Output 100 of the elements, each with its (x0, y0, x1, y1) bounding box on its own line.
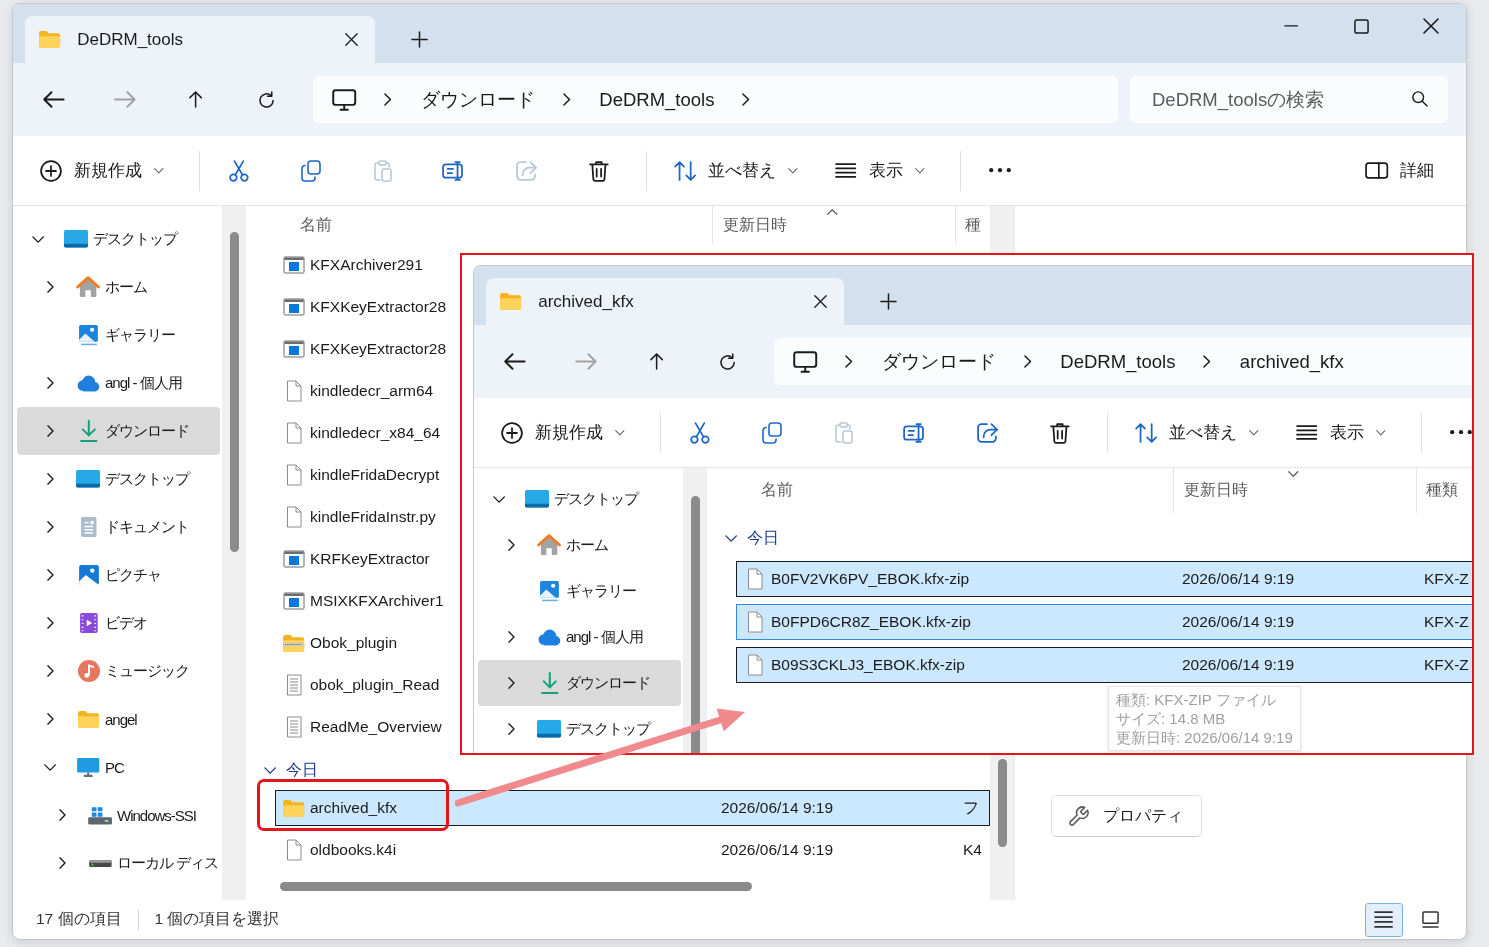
type-cell-text: KFX-Z (1423, 656, 1470, 674)
list-view-icon (1374, 911, 1394, 928)
tree-item[interactable]: ドキュメント (17, 503, 220, 551)
tree-item[interactable]: angel (17, 695, 220, 743)
app-window-icon (283, 550, 305, 568)
address-bar[interactable]: ダウンロード DeDRM_tools (313, 76, 1118, 123)
column-header[interactable]: 種類 (1416, 468, 1472, 513)
file-name: obok_plugin_Read (310, 676, 440, 694)
app-window-icon (283, 340, 305, 358)
tree-item[interactable]: ホーム (17, 263, 220, 311)
file-row[interactable]: MSIXKFXArchiver1 (275, 583, 448, 619)
file-row[interactable]: KFXKeyExtractor28 (275, 331, 451, 367)
file-row[interactable]: KFXKeyExtractor28 (275, 289, 451, 325)
chevron-right-icon (1203, 355, 1211, 368)
tree-item[interactable]: ギャラリー (17, 311, 220, 359)
file-row[interactable]: B0FPD6CR8Z_EBOK.kfx-zip 2026/06/14 9:19 KFX-Z (736, 604, 1472, 640)
tooltip-line: 種類: KFX-ZIP ファイル (1116, 690, 1277, 709)
scrollbar-thumb[interactable] (229, 232, 239, 552)
tree-item[interactable]: ホーム (478, 522, 681, 568)
file-name: kindleFridaDecrypt (310, 466, 440, 484)
column-header[interactable]: 名前 (736, 468, 1173, 513)
scrollbar-thumb[interactable] (997, 759, 1007, 847)
file-icon (286, 380, 302, 402)
view-button[interactable]: 表示 (1286, 410, 1396, 455)
new-button[interactable]: 新規作成 (30, 148, 174, 193)
tree-item[interactable]: ピクチャ (17, 551, 220, 599)
column-header[interactable]: 名前 (275, 206, 712, 244)
tree-item[interactable]: angl - 個人用 (478, 614, 681, 660)
tree-item[interactable]: ビデオ (17, 599, 220, 647)
group-header[interactable]: 今日 (707, 516, 1472, 561)
column-header[interactable]: 更新日時 (712, 206, 955, 244)
sort-button[interactable]: 並べ替え (663, 148, 808, 193)
file-row[interactable]: oldbooks.k4i 2026/06/14 9:19 K4 (275, 832, 990, 868)
tree-item[interactable]: デスクトップ (17, 215, 220, 263)
file-row[interactable]: B09S3CKLJ3_EBOK.kfx-zip 2026/06/14 9:19 KFX-Z (736, 647, 1472, 683)
selection-count: 1 個の項目を選択 (154, 909, 280, 929)
tree-item[interactable]: ミュージック (17, 647, 220, 695)
file-row[interactable]: Obok_plugin (275, 625, 402, 661)
file-icon (286, 422, 302, 444)
type-cell-text: KFX-Z (1423, 570, 1470, 588)
breadcrumb[interactable]: ダウンロード (420, 87, 535, 112)
breadcrumb[interactable]: DeDRM_tools (1060, 350, 1176, 373)
details-view-button[interactable] (1365, 902, 1403, 937)
zip-folder-icon (282, 633, 306, 653)
file-row[interactable]: kindledecr_x84_64 (275, 415, 445, 451)
tab[interactable]: DeDRM_tools (25, 16, 375, 63)
group-header[interactable]: 今日 (246, 751, 990, 790)
search-field[interactable]: DeDRM_toolsの検索 (1130, 76, 1448, 123)
tree-item[interactable]: デスクトップ (17, 455, 220, 503)
file-row[interactable]: KRFKeyExtractor (275, 541, 434, 577)
folder-icon (499, 292, 523, 311)
file-name: kindledecr_x84_64 (310, 424, 441, 442)
file-row[interactable]: archived_kfx 2026/06/14 9:19 フ (275, 790, 990, 826)
tree-item[interactable]: ギャラリー (478, 568, 681, 614)
breadcrumb[interactable]: DeDRM_tools (599, 88, 715, 111)
file-name: KRFKeyExtractor (310, 550, 430, 568)
folder-icon (282, 798, 306, 818)
view-button[interactable]: 表示 (825, 148, 935, 193)
tree-item[interactable]: Windows-SSI (17, 791, 220, 839)
chevron-right-icon (384, 93, 392, 106)
file-name: Obok_plugin (310, 634, 398, 652)
document-icon (79, 516, 98, 538)
tree-item[interactable]: angl - 個人用 (17, 359, 220, 407)
tree-item[interactable]: ダウンロード (478, 660, 681, 706)
close-icon (813, 295, 827, 308)
desktop-icon (64, 230, 89, 248)
cloud-icon (77, 374, 100, 392)
tree-item[interactable]: デスクトップ (478, 706, 681, 752)
details-button[interactable]: 詳細 (1354, 148, 1444, 193)
file-row[interactable]: ReadMe_Overview (275, 709, 446, 745)
trash-icon (1049, 421, 1070, 444)
file-row[interactable]: KFXArchiver291 (275, 247, 427, 283)
tree-item[interactable]: ローカル ディス (17, 839, 220, 887)
breadcrumb[interactable]: ダウンロード (881, 349, 996, 374)
file-icon (747, 654, 763, 676)
properties-button[interactable]: プロパティ (1051, 795, 1202, 837)
file-name: kindledecr_arm64 (310, 382, 434, 400)
minimize-icon (1283, 25, 1299, 27)
file-row[interactable]: kindledecr_arm64 (275, 373, 438, 409)
tree-item[interactable]: デスクトップ (478, 476, 681, 522)
new-button[interactable]: 新規作成 (491, 410, 635, 455)
tab[interactable]: archived_kfx (486, 278, 844, 325)
tree-item[interactable]: PC (17, 743, 220, 791)
file-row[interactable]: kindleFridaDecrypt (275, 457, 444, 493)
address-bar[interactable]: ダウンロード DeDRM_tools archived_kfx (774, 338, 1472, 385)
scrollbar-thumb[interactable] (280, 882, 752, 891)
sort-button[interactable]: 並べ替え (1124, 410, 1269, 455)
breadcrumb[interactable]: archived_kfx (1239, 350, 1344, 373)
tree-item[interactable]: ダウンロード (17, 407, 220, 455)
file-row[interactable]: obok_plugin_Read (275, 667, 444, 703)
desktop-icon (525, 490, 550, 508)
file-row[interactable]: kindleFridaInstr.py (275, 499, 440, 535)
date-cell-text: 2026/06/14 9:19 (720, 841, 835, 859)
file-name: kindleFridaInstr.py (310, 508, 436, 526)
scrollbar-thumb[interactable] (690, 496, 700, 753)
column-header[interactable]: 更新日時 (1173, 468, 1416, 513)
file-row[interactable]: B0FV2VK6PV_EBOK.kfx-zip 2026/06/14 9:19 KFX-Z (736, 561, 1472, 597)
drive-icon (87, 805, 114, 825)
plus-circle-icon (40, 159, 62, 182)
drive-icon (88, 858, 113, 868)
